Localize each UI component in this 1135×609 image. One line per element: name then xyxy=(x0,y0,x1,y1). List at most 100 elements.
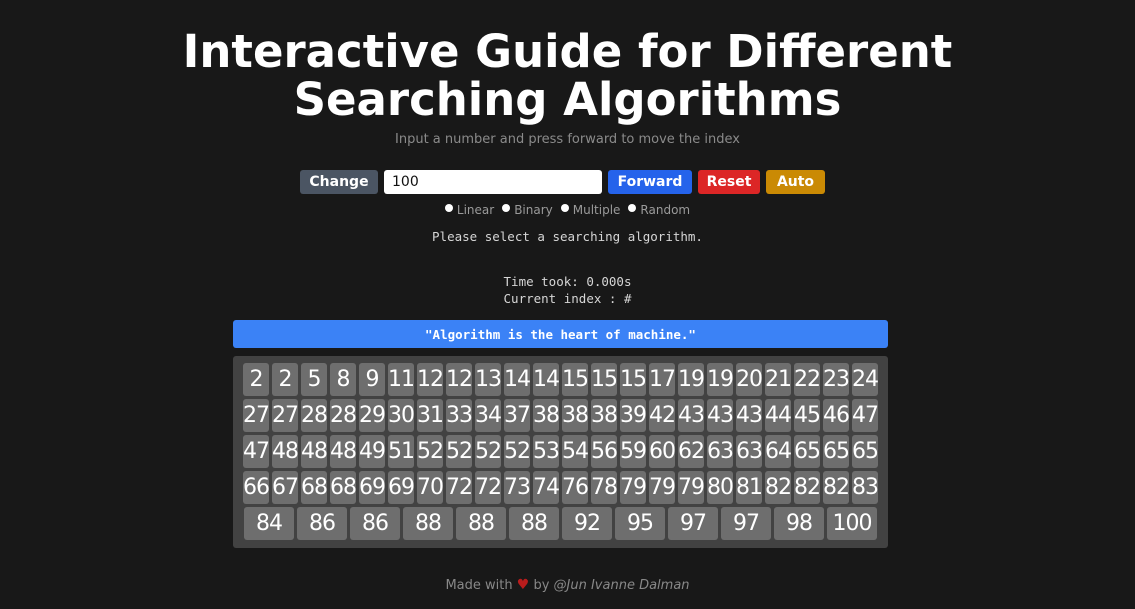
number-input[interactable] xyxy=(384,170,602,194)
array-cell: 39 xyxy=(620,399,647,432)
array-cell: 46 xyxy=(823,399,850,432)
radio-linear[interactable]: Linear xyxy=(444,203,494,217)
array-cell: 70 xyxy=(417,471,444,504)
array-cell: 98 xyxy=(774,507,824,540)
array-cell: 44 xyxy=(765,399,792,432)
array-cell: 97 xyxy=(721,507,771,540)
array-cell: 19 xyxy=(678,363,705,396)
array-cell: 82 xyxy=(794,471,821,504)
array-row: 2 2 5 8 9 11 12 12 13 14 14 15 15 15 17 19 19 20 21 22 23 24 xyxy=(240,363,881,396)
radio-icon[interactable] xyxy=(444,204,453,212)
array-cell: 51 xyxy=(388,435,415,468)
array-cell: 79 xyxy=(620,471,647,504)
array-cell: 28 xyxy=(330,399,357,432)
array-cell: 68 xyxy=(301,471,328,504)
time-readout: Time took: 0.000s xyxy=(503,274,632,289)
array-cell: 48 xyxy=(330,435,357,468)
array-cell: 23 xyxy=(823,363,850,396)
array-row: 84 86 86 88 88 88 92 95 97 97 98 100 xyxy=(240,507,881,540)
array-cell: 5 xyxy=(301,363,327,396)
array-cell: 2 xyxy=(272,363,298,396)
radio-icon[interactable] xyxy=(628,204,637,212)
array-cell: 21 xyxy=(765,363,792,396)
array-cell: 82 xyxy=(765,471,792,504)
array-cell: 20 xyxy=(736,363,763,396)
radio-icon[interactable] xyxy=(502,204,511,212)
array-cell: 78 xyxy=(591,471,618,504)
array-cell: 12 xyxy=(417,363,444,396)
array-cell: 62 xyxy=(678,435,705,468)
controls-bar: Change Forward Reset Auto xyxy=(300,170,825,194)
auto-button[interactable]: Auto xyxy=(766,170,825,194)
array-cell: 83 xyxy=(852,471,879,504)
array-cell: 28 xyxy=(301,399,328,432)
array-row: 66 67 68 68 69 69 70 72 72 73 74 76 78 79 79 79 80 81 82 82… xyxy=(240,471,881,504)
array-cell: 66 xyxy=(243,471,270,504)
reset-button[interactable]: Reset xyxy=(698,170,760,194)
array-cell: 48 xyxy=(301,435,328,468)
array-cell: 84 xyxy=(244,507,294,540)
array-cell: 30 xyxy=(388,399,415,432)
forward-button[interactable]: Forward xyxy=(608,170,692,194)
change-button[interactable]: Change xyxy=(300,170,378,194)
radio-label: Multiple xyxy=(572,203,621,217)
array-cell: 88 xyxy=(403,507,453,540)
array-cell: 27 xyxy=(272,399,299,432)
array-cell: 82 xyxy=(823,471,850,504)
array-row: 27 27 28 28 29 30 31 33 34 37 38 38 38 39 42 43 43 43 44 45… xyxy=(240,399,881,432)
radio-label: Binary xyxy=(514,203,553,217)
array-cell: 13 xyxy=(475,363,502,396)
array-cell: 43 xyxy=(707,399,734,432)
array-cell: 47 xyxy=(852,399,879,432)
array-cell: 33 xyxy=(446,399,473,432)
array-cell: 65 xyxy=(823,435,850,468)
array-grid: 2 2 5 8 9 11 12 12 13 14 14 15 15 15 17 19 19 20 21 22 23 24 2… xyxy=(233,356,888,548)
radio-icon[interactable] xyxy=(560,204,569,212)
array-cell: 80 xyxy=(707,471,734,504)
array-cell: 43 xyxy=(678,399,705,432)
array-cell: 52 xyxy=(417,435,444,468)
footer-author-link[interactable]: @Jun Ivanne Dalman xyxy=(554,578,690,593)
array-cell: 69 xyxy=(388,471,415,504)
array-cell: 88 xyxy=(509,507,559,540)
array-cell: 68 xyxy=(330,471,357,504)
array-cell: 52 xyxy=(475,435,502,468)
array-cell: 65 xyxy=(794,435,821,468)
array-cell: 27 xyxy=(243,399,270,432)
array-cell: 67 xyxy=(272,471,299,504)
array-cell: 92 xyxy=(562,507,612,540)
array-cell: 63 xyxy=(707,435,734,468)
array-cell: 15 xyxy=(620,363,647,396)
radio-binary[interactable]: Binary xyxy=(502,203,553,217)
array-cell: 52 xyxy=(446,435,473,468)
radio-label: Random xyxy=(640,203,691,217)
array-cell: 64 xyxy=(765,435,792,468)
array-cell: 38 xyxy=(591,399,618,432)
array-cell: 9 xyxy=(359,363,385,396)
array-cell: 34 xyxy=(475,399,502,432)
radio-multiple[interactable]: Multiple xyxy=(560,203,621,217)
array-cell: 48 xyxy=(272,435,299,468)
array-cell: 14 xyxy=(504,363,531,396)
array-cell: 38 xyxy=(562,399,589,432)
array-cell: 14 xyxy=(533,363,560,396)
array-cell: 63 xyxy=(736,435,763,468)
array-cell: 17 xyxy=(649,363,676,396)
radio-random[interactable]: Random xyxy=(628,203,690,217)
array-cell: 95 xyxy=(615,507,665,540)
index-readout: Current index : # xyxy=(503,291,632,306)
array-cell: 2 xyxy=(243,363,269,396)
array-cell: 53 xyxy=(533,435,560,468)
title-line-2: Searching Algorithms xyxy=(293,73,842,126)
array-cell: 86 xyxy=(350,507,400,540)
array-cell: 69 xyxy=(359,471,386,504)
array-cell: 74 xyxy=(533,471,560,504)
array-cell: 43 xyxy=(736,399,763,432)
array-cell: 88 xyxy=(456,507,506,540)
array-cell: 47 xyxy=(243,435,270,468)
array-cell: 38 xyxy=(533,399,560,432)
array-cell: 73 xyxy=(504,471,531,504)
array-cell: 81 xyxy=(736,471,763,504)
array-cell: 37 xyxy=(504,399,531,432)
array-cell: 15 xyxy=(562,363,589,396)
